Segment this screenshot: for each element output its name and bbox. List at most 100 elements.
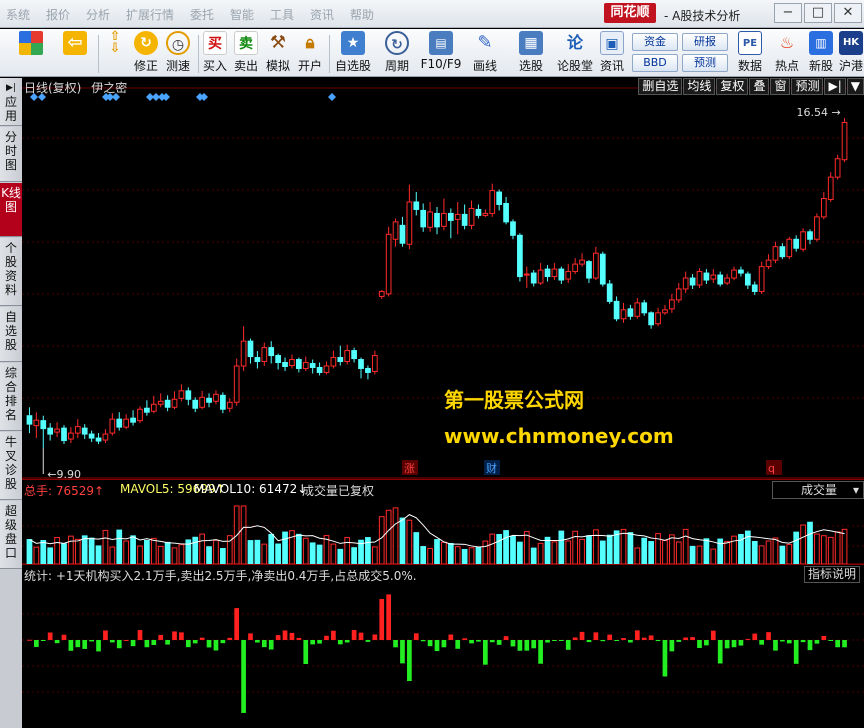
flow-bar bbox=[628, 640, 633, 643]
flow-bar bbox=[116, 640, 122, 649]
overlay-button[interactable]: 叠 bbox=[749, 78, 770, 95]
menu-extended[interactable]: 扩展行情 bbox=[126, 6, 174, 23]
back-button[interactable]: ⇦ bbox=[58, 31, 92, 55]
tab-kline[interactable]: K线图 bbox=[0, 183, 22, 237]
tab-ranking[interactable]: 综合排名 bbox=[0, 363, 22, 431]
candle bbox=[738, 269, 744, 274]
candle bbox=[586, 261, 592, 279]
candle bbox=[510, 221, 516, 236]
candle bbox=[302, 362, 309, 369]
flow-bar bbox=[61, 634, 67, 640]
candle bbox=[420, 209, 427, 228]
news-button[interactable]: ▣ 资讯 bbox=[597, 31, 627, 74]
window-button[interactable]: 窗 bbox=[770, 78, 791, 95]
simulate-label: 模拟 bbox=[265, 59, 290, 73]
tab-super-quote[interactable]: 超级盘口 bbox=[0, 501, 22, 569]
volume-bar bbox=[33, 546, 40, 565]
menu-news[interactable]: 资讯 bbox=[310, 6, 334, 23]
forecast-button[interactable]: 预测 bbox=[682, 54, 728, 72]
candle bbox=[800, 231, 806, 250]
up-down-arrows-icon: ⇧ ⇩ bbox=[109, 29, 121, 56]
volume-bar bbox=[814, 533, 820, 565]
tab-timeshare[interactable]: 分时图 bbox=[0, 127, 22, 182]
indicator-help-button[interactable]: 指标说明 bbox=[803, 566, 860, 583]
menu-quote[interactable]: 报价 bbox=[46, 6, 70, 23]
speed-test-button[interactable]: ◷ 测速 bbox=[162, 31, 194, 74]
candle bbox=[295, 359, 302, 369]
open-account-button[interactable]: 🔒︎ 开户 bbox=[295, 31, 325, 74]
volume-bar bbox=[503, 530, 509, 565]
tab-stock-info[interactable]: 个股资料 bbox=[0, 238, 22, 306]
volume-bar bbox=[351, 547, 357, 565]
volume-bar bbox=[758, 545, 765, 565]
flow-bar bbox=[517, 640, 523, 651]
menu-help[interactable]: 帮助 bbox=[350, 6, 374, 23]
new-stock-button[interactable]: ▥ 新股 bbox=[806, 31, 836, 74]
draw-line-button[interactable]: ✎ 画线 bbox=[468, 31, 502, 74]
kline-chart[interactable]: 16.54 →←9.90 涨财 q bbox=[22, 78, 864, 728]
adjust-button[interactable]: 复权 bbox=[716, 78, 749, 95]
volume-bar bbox=[81, 535, 88, 565]
remove-watchlist-button[interactable]: 删自选 bbox=[638, 78, 683, 95]
flow-bar bbox=[241, 640, 246, 713]
volume-bar bbox=[565, 540, 572, 565]
tab-diagnosis[interactable]: 牛叉诊股 bbox=[0, 432, 22, 500]
volume-bar bbox=[275, 543, 281, 565]
candle bbox=[81, 427, 88, 435]
buy-label: 买入 bbox=[202, 59, 227, 73]
minimize-icon[interactable]: − bbox=[774, 3, 802, 23]
volume-bar bbox=[675, 541, 682, 565]
expand-right-icon[interactable]: ▶| bbox=[824, 78, 846, 95]
watchlist-button[interactable]: ★ 自选股 bbox=[332, 31, 374, 74]
flow-bar bbox=[227, 637, 233, 640]
chart-area[interactable]: 16.54 → ←9.90 涨财 q 日线(复权) 伊之密 删自选 均线 复权 叠 窗… bbox=[22, 78, 864, 728]
updown-button[interactable]: ⇧ ⇩ bbox=[102, 29, 128, 56]
flow-bar bbox=[427, 640, 433, 647]
volume-indicator-select[interactable]: 成交量 ▾ bbox=[772, 481, 864, 499]
candle bbox=[406, 201, 413, 245]
data-button[interactable]: PE 数据 bbox=[735, 31, 765, 74]
volume-bar bbox=[599, 540, 606, 565]
event-tag-0: 涨 bbox=[404, 462, 415, 475]
dropdown-icon[interactable]: ▼ bbox=[846, 78, 864, 95]
tab-watchlist[interactable]: 自选股 bbox=[0, 307, 22, 362]
hk-button[interactable]: HK 沪港 bbox=[838, 31, 864, 74]
menu-analysis[interactable]: 分析 bbox=[86, 6, 110, 23]
menu-trade[interactable]: 委托 bbox=[190, 6, 214, 23]
fix-button[interactable]: ↻ 修正 bbox=[130, 31, 162, 74]
predict-button[interactable]: 预测 bbox=[791, 78, 824, 95]
f10-button[interactable]: ▤ F10/F9 bbox=[420, 31, 462, 71]
menu-smart[interactable]: 智能 bbox=[230, 6, 254, 23]
bbd-button[interactable]: BBD bbox=[632, 54, 678, 72]
candle bbox=[447, 212, 454, 221]
flow-bar bbox=[172, 631, 177, 640]
close-icon[interactable]: ✕ bbox=[834, 3, 862, 23]
select-stock-button[interactable]: ▦ 选股 bbox=[514, 31, 548, 74]
candle bbox=[751, 284, 758, 292]
sell-button[interactable]: 卖 卖出 bbox=[231, 31, 261, 74]
simulate-button[interactable]: ⚒ 模拟 bbox=[263, 31, 293, 74]
candle bbox=[413, 201, 420, 210]
forum-button[interactable]: 论 论股堂 bbox=[555, 31, 595, 74]
research-button[interactable]: 研报 bbox=[682, 33, 728, 51]
candle bbox=[185, 390, 192, 400]
buy-button[interactable]: 买 买入 bbox=[200, 31, 230, 74]
candle bbox=[523, 273, 530, 276]
period-button[interactable]: ↻ 周期 bbox=[378, 31, 416, 74]
tab-apps[interactable]: ▶| 应用 bbox=[0, 78, 22, 126]
flow-bar bbox=[462, 638, 467, 640]
hot-button[interactable]: ♨ 热点 bbox=[772, 31, 802, 74]
fund-button[interactable]: 资金 bbox=[632, 33, 678, 51]
chart-tabs: 删自选 均线 复权 叠 窗 预测 ▶| ▼ bbox=[637, 78, 864, 95]
volume-bar bbox=[420, 546, 427, 565]
ma-button[interactable]: 均线 bbox=[683, 78, 716, 95]
pe-data-icon: PE bbox=[738, 31, 762, 55]
flow-bar bbox=[234, 608, 240, 640]
menu-system[interactable]: 系统 bbox=[6, 6, 30, 23]
volume-bar bbox=[765, 540, 772, 565]
candle bbox=[655, 312, 661, 325]
watermark-title: 第一股票公式网 bbox=[444, 388, 584, 412]
maximize-icon[interactable]: □ bbox=[804, 3, 832, 23]
menu-tools[interactable]: 工具 bbox=[270, 6, 294, 23]
layout-button[interactable] bbox=[16, 31, 46, 55]
